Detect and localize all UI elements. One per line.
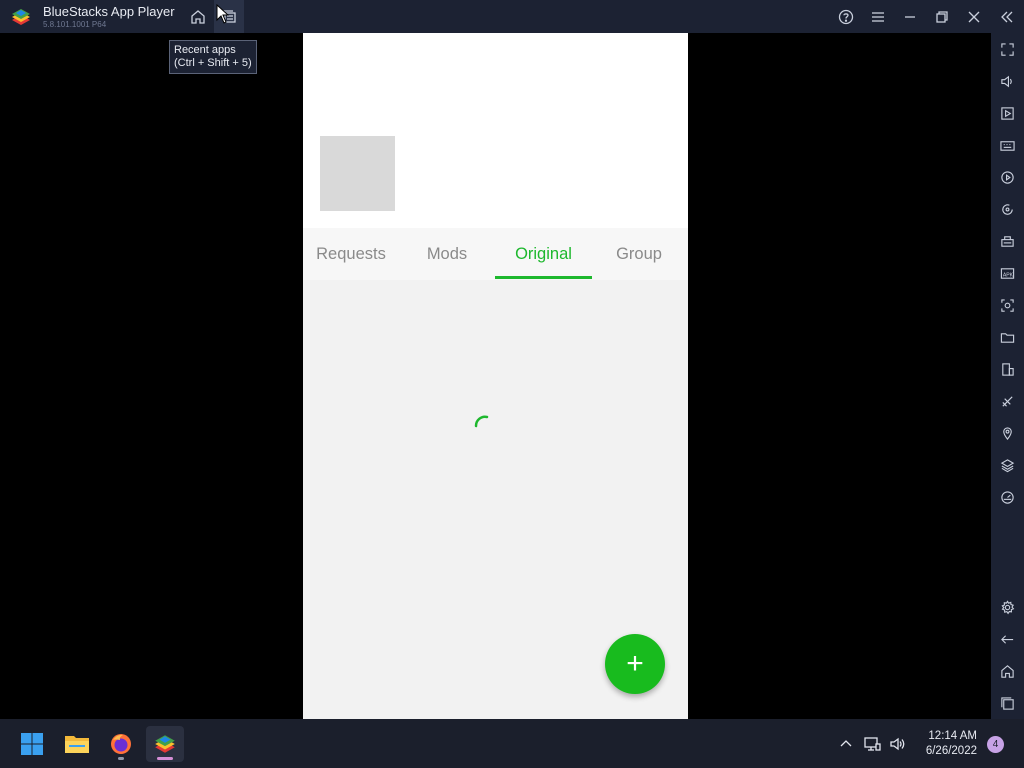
location-icon[interactable] [999,425,1016,442]
multi-instance-icon[interactable] [999,361,1016,378]
help-icon[interactable] [831,0,861,33]
firefox-icon[interactable] [102,726,140,762]
fullscreen-icon[interactable] [999,41,1016,58]
notification-badge[interactable]: 4 [987,736,1004,753]
close-icon[interactable] [959,0,989,33]
active-indicator [157,757,173,760]
app-header [303,33,688,228]
tab-group[interactable]: Group [596,228,682,280]
tab-requests[interactable]: Requests [308,228,394,280]
active-tab-indicator [495,276,592,279]
collapse-sidebar-icon[interactable] [992,0,1022,33]
right-sidebar: APK [991,33,1024,719]
tab-bar: Requests Mods Original Group [303,228,688,280]
bluestacks-icon[interactable] [146,726,184,762]
bluestacks-logo-icon [10,6,32,28]
layers-icon[interactable] [999,457,1016,474]
macro-recorder-icon[interactable] [999,169,1016,186]
back-icon[interactable] [999,631,1016,648]
loading-spinner-icon [474,415,489,428]
recent-apps-tooltip: Recent apps (Ctrl + Shift + 5) [169,40,257,74]
windows-taskbar: 12:14 AM 6/26/2022 4 [0,719,1024,768]
taskbar-clock[interactable]: 12:14 AM 6/26/2022 [917,729,977,759]
network-icon[interactable] [862,734,882,754]
home-icon[interactable] [183,0,213,33]
app-version: 5.8.101.1001 P64 [43,20,107,29]
game-controls-icon[interactable] [999,233,1016,250]
settings-icon[interactable] [999,599,1016,616]
add-button[interactable]: + [605,634,665,694]
android-home-icon[interactable] [999,663,1016,680]
title-bar: BlueStacks App Player 5.8.101.1001 P64 [0,0,1024,33]
svg-text:APK: APK [1003,272,1014,278]
tab-mods[interactable]: Mods [404,228,490,280]
performance-icon[interactable] [999,489,1016,506]
tab-original[interactable]: Original [495,228,592,280]
android-screen: Requests Mods Original Group + [303,33,688,719]
screenshot-icon[interactable] [999,297,1016,314]
volume-icon[interactable] [999,73,1016,90]
menu-icon[interactable] [863,0,893,33]
install-apk-icon[interactable]: APK [999,265,1016,282]
clock-date: 6/26/2022 [925,745,977,757]
windows-start-icon[interactable] [13,726,51,762]
clock-time: 12:14 AM [928,730,977,742]
running-indicator [118,757,124,760]
folder-icon[interactable] [999,329,1016,346]
android-recents-icon[interactable] [999,695,1016,712]
file-explorer-icon[interactable] [58,726,96,762]
keyboard-controls-icon[interactable] [999,137,1016,154]
restore-icon[interactable] [927,0,957,33]
media-manager-icon[interactable] [999,105,1016,122]
mouse-cursor-icon [216,4,230,24]
image-placeholder [320,136,395,211]
volume-icon[interactable] [888,734,908,754]
chevron-up-icon[interactable] [836,734,856,754]
minimize-icon[interactable] [895,0,925,33]
app-title: BlueStacks App Player [43,4,175,19]
sync-icon[interactable] [999,201,1016,218]
eco-mode-icon[interactable] [999,393,1016,410]
